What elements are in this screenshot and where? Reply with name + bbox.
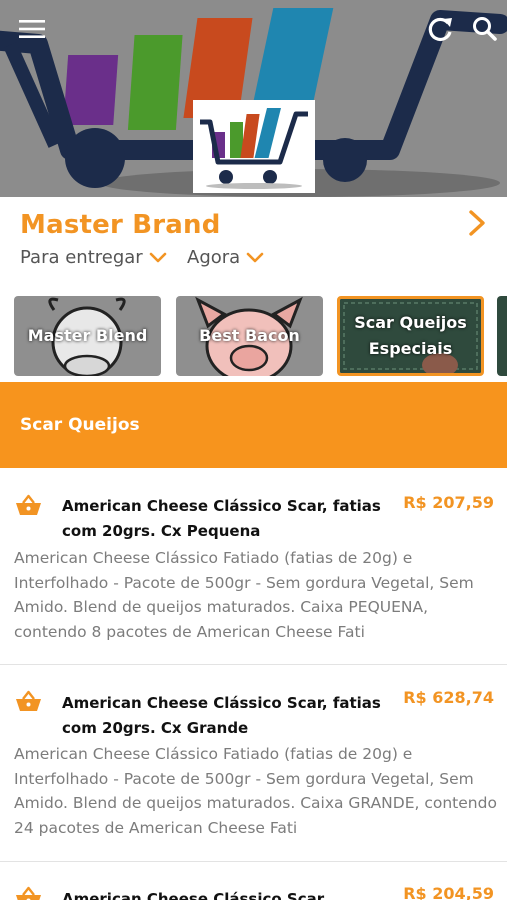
product-item[interactable]: American Cheese Clássico Scar R$ 204,59 (0, 862, 507, 900)
product-price: R$ 207,59 (403, 493, 494, 512)
category-card-best-bacon[interactable]: Best Bacon (176, 296, 323, 376)
chevron-right-icon[interactable] (464, 208, 490, 238)
hamburger-menu-icon[interactable] (15, 12, 49, 46)
store-name: Master Brand (20, 210, 221, 240)
category-card-next[interactable] (497, 296, 507, 376)
category-card-master-blend[interactable]: Master Blend (14, 296, 161, 376)
store-logo (193, 100, 315, 193)
time-option-label: Agora (187, 247, 241, 268)
section-title: Scar Queijos (20, 415, 140, 435)
store-banner (0, 0, 507, 197)
category-label: Master Blend (27, 326, 148, 345)
refresh-icon[interactable] (423, 12, 457, 46)
category-label: Scar Queijos Especiais (354, 313, 467, 358)
category-carousel[interactable]: Master Blend Best Bacon Scar Queijos Esp… (0, 296, 507, 376)
product-item[interactable]: American Cheese Clássico Scar, fatias co… (0, 468, 507, 665)
category-card-scar-queijos-especiais[interactable]: Scar Queijos Especiais (337, 296, 484, 376)
category-label: Best Bacon (199, 326, 300, 345)
product-description: American Cheese Clássico Fatiado (fatias… (14, 745, 497, 837)
search-icon[interactable] (468, 12, 502, 46)
section-header: Scar Queijos (0, 382, 507, 468)
time-option-dropdown[interactable]: Agora (187, 247, 264, 268)
product-name: American Cheese Clássico Scar, fatias co… (62, 694, 381, 737)
product-description: American Cheese Clássico Fatiado (fatias… (14, 549, 474, 641)
basket-icon (16, 886, 41, 900)
basket-icon (16, 494, 41, 515)
product-name: American Cheese Clássico Scar (62, 890, 325, 900)
product-price: R$ 204,59 (403, 884, 494, 900)
delivery-option-dropdown[interactable]: Para entregar (20, 247, 167, 268)
basket-icon (16, 690, 41, 711)
chevron-down-icon (246, 252, 264, 262)
chevron-down-icon (149, 252, 167, 262)
cart-logo-icon (200, 107, 308, 189)
delivery-option-label: Para entregar (20, 247, 143, 268)
product-name: American Cheese Clássico Scar, fatias co… (62, 497, 381, 540)
product-item[interactable]: American Cheese Clássico Scar, fatias co… (0, 665, 507, 862)
product-price: R$ 628,74 (403, 688, 494, 707)
